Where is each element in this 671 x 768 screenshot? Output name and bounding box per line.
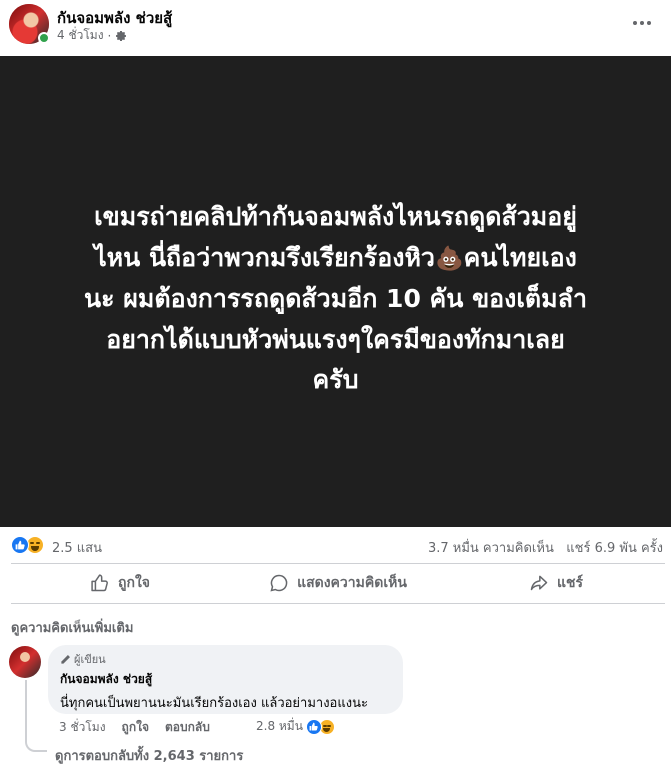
image-text-line: ไหน นี่ถือว่าพวกมรึงเรียกร้องหิว💩คนไทยเอ…	[20, 238, 651, 280]
dot-icon	[633, 21, 637, 25]
reaction-icons[interactable]	[11, 536, 44, 554]
post-time[interactable]: 4 ชั่วโมง	[57, 26, 104, 45]
comment-time[interactable]: 3 ชั่วโมง	[59, 718, 106, 737]
comment-reply-button[interactable]: ตอบกลับ	[165, 718, 210, 737]
more-options-button[interactable]	[631, 12, 653, 34]
comment-reactions[interactable]: 2.8 หมื่น	[256, 717, 335, 736]
comment-reaction-icons	[305, 718, 335, 735]
pencil-icon	[61, 654, 70, 664]
comment-like-button[interactable]: ถูกใจ	[122, 718, 149, 737]
reply-thread-line	[25, 680, 47, 752]
image-text-line: อยากได้แบบหัวพ่นแรงๆใครมีของทักมาเลย	[106, 324, 565, 354]
image-text-line: เขมรถ่ายคลิปท้ากันจอมพลังไหนรถดูดส้วมอยู…	[94, 202, 577, 231]
page-avatar[interactable]	[9, 4, 50, 44]
meta-separator: ·	[107, 28, 112, 43]
view-replies-link[interactable]: ดูการตอบกลับทั้ง 2,643 รายการ	[55, 745, 243, 766]
reaction-count[interactable]: 2.5 แสน	[52, 537, 102, 558]
post-image-text: เขมรถ่ายคลิปท้ากันจอมพลังไหนรถดูดส้วมอยู…	[20, 197, 651, 401]
image-text-segment: ไหน นี่ถือว่าพวกมรึงเรียกร้องหิว	[94, 242, 435, 272]
share-arrow-icon	[530, 575, 548, 591]
divider	[11, 603, 665, 604]
like-button[interactable]: ถูกใจ	[11, 564, 229, 602]
comment-label: แสดงความคิดเห็น	[297, 575, 407, 591]
comment-meta: 3 ชั่วโมง ถูกใจ ตอบกลับ	[59, 718, 210, 737]
gear-icon	[116, 30, 127, 41]
image-text-line: นะ ผมต้องการรถดูดส้วมอีก 10 คัน ของเต็มล…	[83, 284, 587, 313]
thumbs-up-icon	[91, 574, 108, 592]
comment-avatar[interactable]	[9, 646, 41, 678]
like-reaction-icon	[305, 718, 322, 735]
online-status-dot	[38, 32, 50, 44]
comment-bubble-icon	[270, 574, 288, 592]
like-label: ถูกใจ	[118, 575, 150, 591]
author-badge: ผู้เขียน	[60, 651, 391, 667]
share-label: แชร์	[556, 575, 584, 591]
comment-bubble: ผู้เขียน กันจอมพลัง ช่วยสู้ นี่ทุกคนเป็น…	[48, 645, 403, 714]
poop-emoji-icon: 💩	[434, 245, 464, 272]
author-badge-label: ผู้เขียน	[74, 653, 106, 666]
view-more-comments-link[interactable]: ดูความคิดเห็นเพิ่มเติม	[11, 617, 133, 638]
image-text-segment: คนไทยเอง	[463, 242, 577, 272]
post-image[interactable]: เขมรถ่ายคลิปท้ากันจอมพลังไหนรถดูดส้วมอยู…	[0, 56, 671, 527]
post-meta: 4 ชั่วโมง ·	[57, 26, 127, 45]
share-button[interactable]: แชร์	[447, 564, 665, 602]
post-actions: ถูกใจ แสดงความคิดเห็น แชร์	[11, 564, 665, 602]
image-text-line: ครับ	[312, 365, 359, 394]
comment-count[interactable]: 3.7 หมื่น ความคิดเห็น	[428, 541, 554, 556]
comments-shares-count: 3.7 หมื่น ความคิดเห็น แชร์ 6.9 พัน ครั้ง	[428, 537, 663, 558]
comment-author[interactable]: กันจอมพลัง ช่วยสู้	[60, 670, 391, 689]
dot-icon	[640, 21, 644, 25]
share-count[interactable]: แชร์ 6.9 พัน ครั้ง	[566, 541, 663, 556]
post-stats: 2.5 แสน 3.7 หมื่น ความคิดเห็น แชร์ 6.9 พ…	[0, 527, 671, 563]
comment-text: นี่ทุกคนเป็นพยานนะมันเรียกร้องเอง แล้วอย…	[60, 696, 368, 711]
comment-reaction-count: 2.8 หมื่น	[256, 719, 303, 733]
post-header: กันจอมพลัง ช่วยสู้ 4 ชั่วโมง ·	[0, 0, 671, 56]
comment-button[interactable]: แสดงความคิดเห็น	[229, 564, 447, 602]
like-reaction-icon	[11, 536, 29, 554]
dot-icon	[647, 21, 651, 25]
